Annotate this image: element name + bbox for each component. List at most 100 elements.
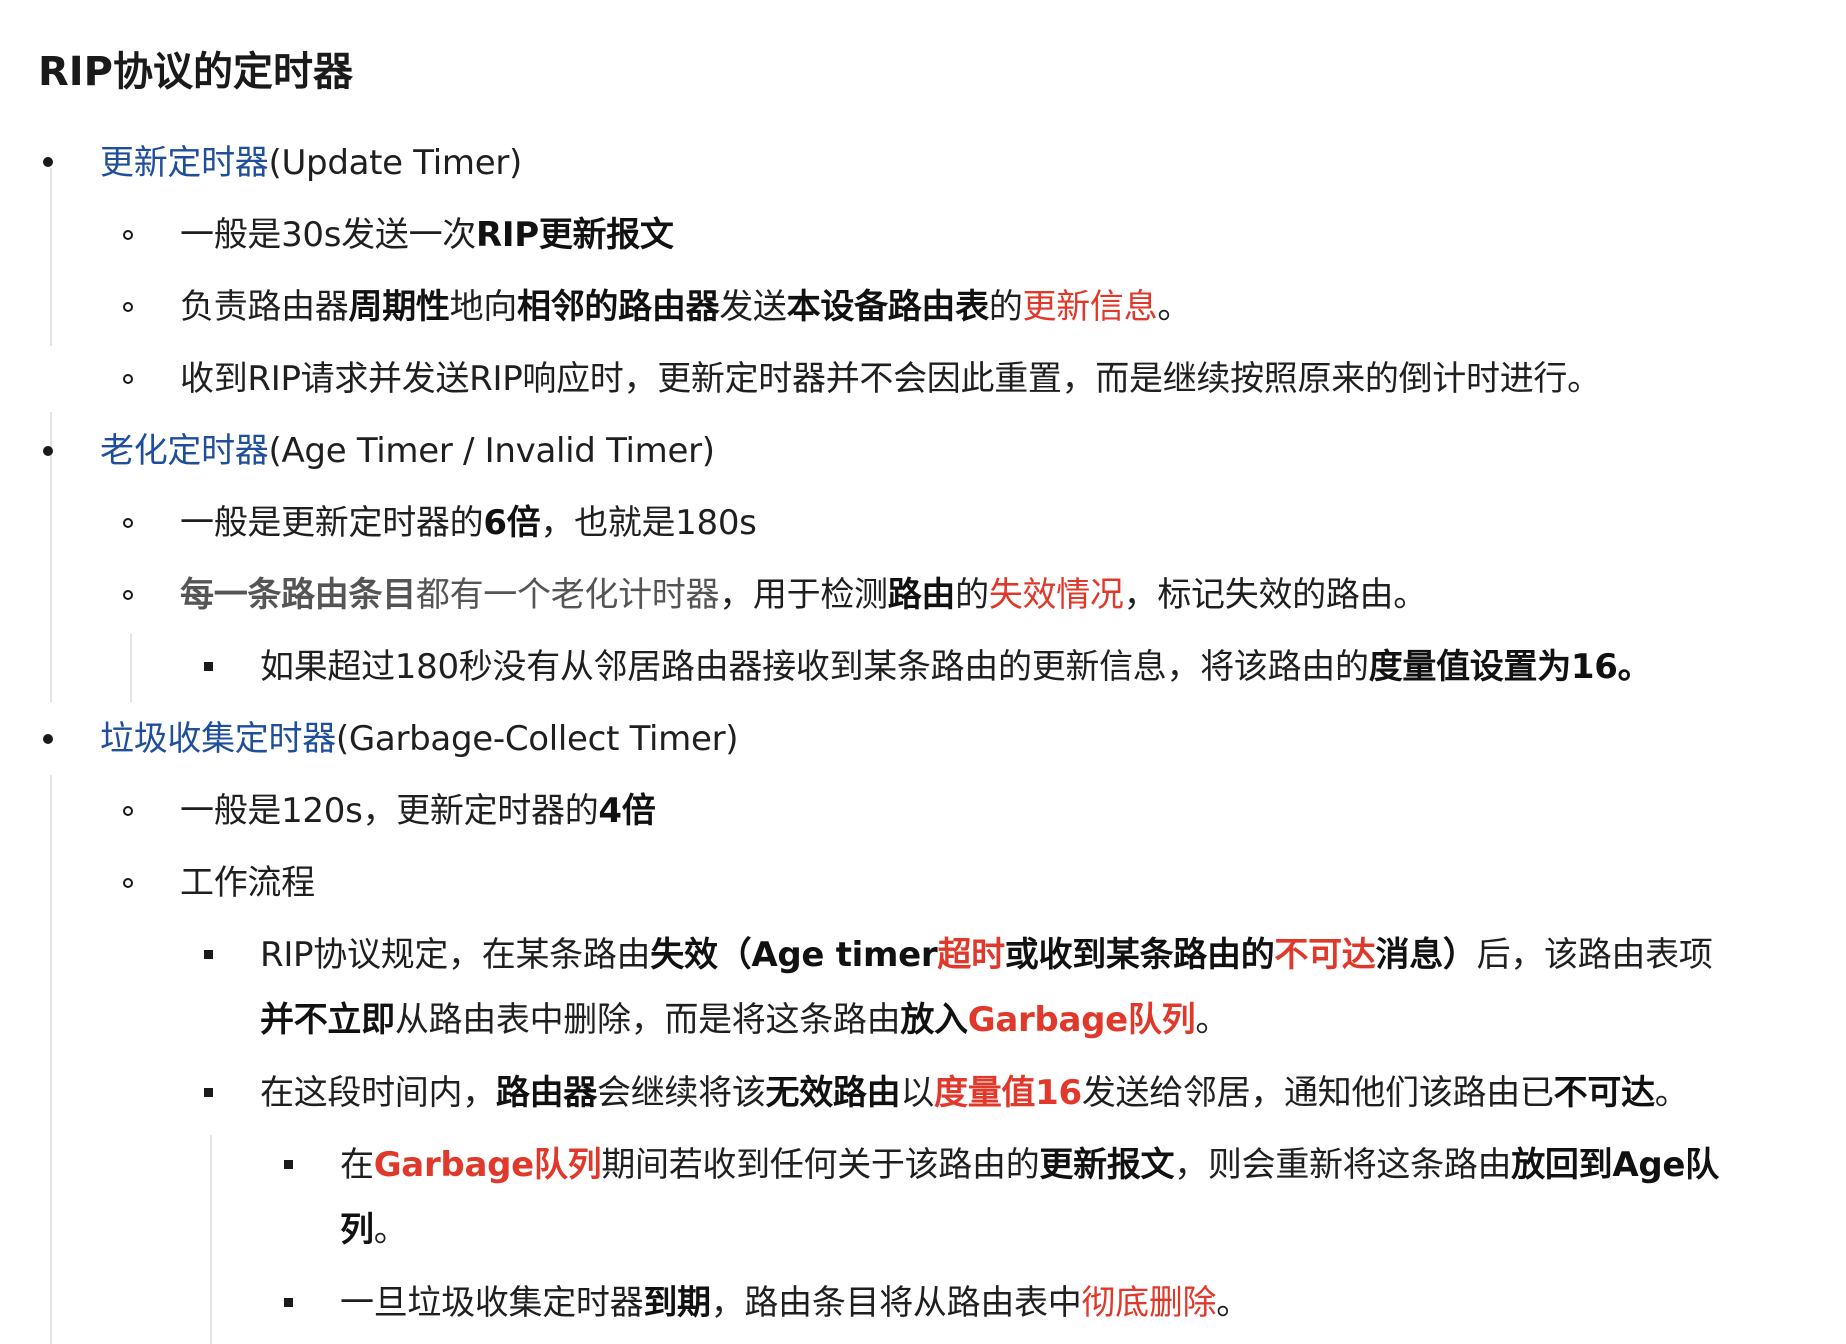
text-run: ，用于检测 (719, 575, 888, 615)
bullet-circle-icon (108, 302, 148, 312)
bullet-square-icon (188, 1088, 228, 1097)
bold-text: 列 (340, 1210, 374, 1250)
text-run: 工作流程 (180, 863, 315, 903)
text-run: 从路由表中删除，而是将这条路由 (394, 1000, 901, 1040)
text-run: 收到RIP请求并发送RIP响应时，更新定时器并不会因此重置，而是继续按照原来的倒… (180, 359, 1601, 399)
nest-guide-line (50, 168, 52, 346)
bold-text: 不可达 (1553, 1073, 1655, 1113)
heading-term: 垃圾收集定时器 (100, 719, 336, 759)
bold-text: 失效 (650, 935, 718, 975)
highlight-text: Garbage队列 (373, 1145, 602, 1185)
list-item: 一般是更新定时器的6倍，也就是180s (180, 491, 757, 555)
heading-term: 更新定时器 (100, 143, 269, 183)
heading-term: 老化定时器 (100, 431, 269, 471)
highlight-text: Garbage队列 (967, 1000, 1196, 1040)
text-run: 发送给邻居，通知他们该路由已 (1081, 1073, 1554, 1113)
garbage-timer-heading: 垃圾收集定时器(Garbage-Collect Timer) (100, 707, 739, 771)
bold-text: 并不立即 (260, 1000, 395, 1040)
bold-text: 相邻的路由器 (517, 287, 720, 327)
text-run: ，则会重新将这条路由 (1174, 1145, 1512, 1185)
bullet-disc-icon (28, 734, 68, 744)
text-run: 发送 (719, 287, 787, 327)
highlight-text: 失效情况 (988, 575, 1124, 615)
bold-text: 路由器 (495, 1073, 598, 1113)
bold-text: 消息） (1375, 935, 1477, 975)
list-item: 在这段时间内，路由器会继续将该无效路由以度量值16发送给邻居，通知他们该路由已不… (260, 1061, 1689, 1125)
nest-guide-line (50, 775, 52, 1344)
text-run: ，标记失效的路由。 (1123, 575, 1428, 615)
text-run: 都有一个老化计时器 (415, 575, 720, 615)
list-item: 一旦垃圾收集定时器到期，路由条目将从路由表中彻底删除。 (340, 1271, 1250, 1335)
heading-english: (Garbage-Collect Timer) (335, 719, 739, 759)
list-item: 一般是30s发送一次RIP更新报文 (180, 203, 674, 267)
bullet-circle-icon (108, 230, 148, 240)
text-run: RIP协议规定，在某条路由 (260, 935, 651, 975)
update-timer-heading: 更新定时器(Update Timer) (100, 131, 522, 195)
text-run: 。 (373, 1210, 408, 1250)
bold-text: 到期 (643, 1283, 711, 1323)
page-title: RIP协议的定时器 (38, 49, 353, 95)
text-run: 在 (340, 1145, 374, 1185)
list-item: RIP协议规定，在某条路由失效（Age timer超时或收到某条路由的不可达消息… (260, 923, 1713, 987)
text-run: 一旦垃圾收集定时器 (340, 1283, 644, 1323)
heading-english: (Age Timer / Invalid Timer) (268, 431, 716, 471)
text-run: 在这段时间内， (260, 1073, 496, 1113)
text-run: 一般是120s，更新定时器的 (180, 791, 599, 831)
bold-text: 4倍 (598, 791, 656, 831)
text-run: 后，该路由表项 (1476, 935, 1713, 975)
bold-text: 每一条路由条目 (180, 575, 416, 615)
highlight-text: 不可达 (1274, 935, 1376, 975)
text-run: 一般是更新定时器的 (180, 503, 484, 543)
bold-text: 周期性 (348, 287, 450, 327)
text-run: 的 (955, 575, 989, 615)
list-item-continuation: 并不立即从路由表中删除，而是将这条路由放入Garbage队列。 (260, 988, 1229, 1052)
bullet-square-icon (188, 662, 228, 671)
text-run: 以 (900, 1073, 935, 1113)
bullet-square-icon (268, 1160, 308, 1169)
bold-text: 无效路由 (765, 1073, 901, 1113)
bullet-circle-icon (108, 878, 148, 888)
bold-text: 放入 (900, 1000, 968, 1040)
bullet-square-icon (268, 1298, 308, 1307)
text-run: 的 (988, 287, 1023, 327)
list-item: 每一条路由条目都有一个老化计时器，用于检测路由的失效情况，标记失效的路由。 (180, 563, 1427, 627)
list-item-continuation: 列。 (340, 1198, 408, 1262)
bold-text: 本设备路由表 (786, 287, 990, 327)
highlight-text: 超时 (937, 935, 1005, 975)
text-run: 期间若收到任何关于该路由的 (601, 1145, 1040, 1185)
text-run: 地向 (449, 287, 518, 327)
nest-guide-line (130, 634, 132, 702)
list-item: 在Garbage队列期间若收到任何关于该路由的更新报文，则会重新将这条路由放回到… (340, 1133, 1719, 1197)
highlight-text: 彻底删除 (1081, 1283, 1217, 1323)
bullet-circle-icon (108, 518, 148, 528)
text-run: 负责路由器 (180, 287, 349, 327)
text-run: 一般是30s发送一次 (180, 215, 476, 255)
bold-text: 或收到某条路由的 (1004, 935, 1275, 975)
text-run: 。 (1157, 287, 1192, 327)
highlight-text: 度量值16 (934, 1073, 1082, 1113)
text-run: 。 (1195, 1000, 1230, 1040)
text-run: ，也就是180s (540, 503, 757, 543)
nest-guide-line (210, 1135, 212, 1344)
text-run: 。 (1216, 1283, 1250, 1323)
bold-text: 6倍 (483, 503, 541, 543)
bullet-disc-icon (28, 157, 68, 167)
bullet-circle-icon (108, 806, 148, 816)
list-item: 如果超过180秒没有从邻居路由器接收到某条路由的更新信息，将该路由的度量值设置为… (260, 635, 1652, 699)
list-item: 收到RIP请求并发送RIP响应时，更新定时器并不会因此重置，而是继续按照原来的倒… (180, 347, 1601, 411)
bullet-circle-icon (108, 590, 148, 600)
text-run: 如果超过180秒没有从邻居路由器接收到某条路由的更新信息，将该路由的 (260, 647, 1369, 687)
list-item: 一般是120s，更新定时器的4倍 (180, 779, 656, 843)
bullet-square-icon (188, 950, 228, 959)
text-run: ，路由条目将从路由表中 (710, 1283, 1082, 1323)
list-item: 工作流程 (180, 851, 315, 915)
document-page: RIP协议的定时器 更新定时器(Update Timer) 一般是30s发送一次… (0, 0, 1846, 1344)
text-run: 。 (1654, 1073, 1689, 1113)
bold-text: 放回到Age队 (1511, 1145, 1719, 1185)
bold-text: 路由 (887, 575, 956, 615)
text-run: 会继续将该 (597, 1073, 766, 1113)
heading-english: (Update Timer) (268, 143, 523, 183)
highlight-text: 更新信息 (1022, 287, 1158, 327)
bold-text: 更新报文 (1039, 1145, 1175, 1185)
bullet-disc-icon (28, 446, 68, 456)
